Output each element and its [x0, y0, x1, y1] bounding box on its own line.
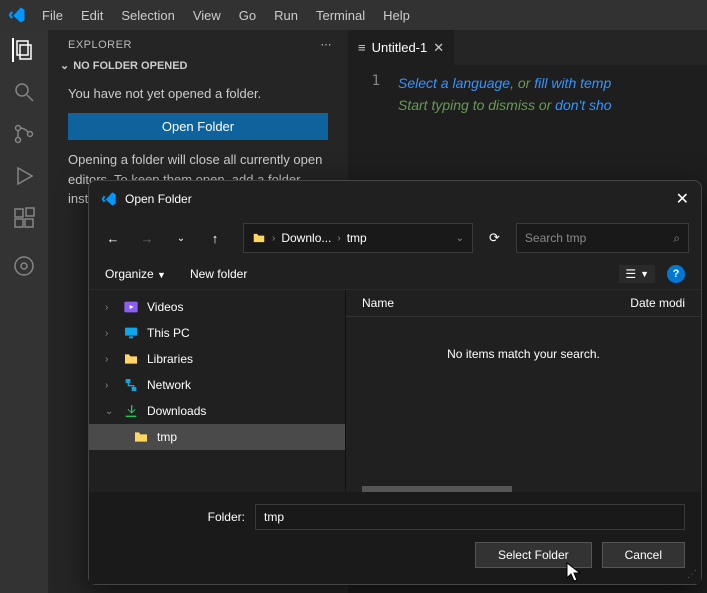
menu-go[interactable]: Go: [231, 4, 264, 27]
open-folder-button[interactable]: Open Folder: [68, 113, 328, 140]
search-placeholder: Search tmp: [525, 231, 586, 245]
run-debug-icon[interactable]: [12, 164, 36, 188]
folder-icon: [252, 231, 266, 245]
folder-field-label: Folder:: [105, 510, 245, 524]
tree-item-downloads[interactable]: ⌄Downloads: [89, 398, 345, 424]
select-folder-button[interactable]: Select Folder: [475, 542, 592, 568]
chevron-down-icon[interactable]: ⌄: [456, 233, 464, 244]
chevron-down-icon: ⌄: [60, 59, 69, 72]
source-control-icon[interactable]: [12, 122, 36, 146]
new-folder-button[interactable]: New folder: [190, 267, 247, 281]
vscode-logo-icon: [8, 6, 26, 24]
chevron-right-icon: ›: [337, 233, 340, 244]
nav-recent-icon[interactable]: ⌄: [169, 226, 193, 250]
tree-item-network[interactable]: ›Network: [89, 372, 345, 398]
chevron-right-icon: ›: [105, 302, 115, 313]
network-icon: [123, 377, 139, 393]
search-icon[interactable]: [12, 80, 36, 104]
crumb-downloads[interactable]: Downlo...: [281, 231, 331, 245]
close-dialog-icon[interactable]: ✕: [676, 189, 689, 209]
folder-name-input[interactable]: [255, 504, 685, 530]
no-folder-section[interactable]: ⌄ NO FOLDER OPENED: [48, 55, 348, 76]
folder-icon: [123, 351, 139, 367]
search-input[interactable]: Search tmp ⌕: [516, 223, 689, 253]
open-folder-dialog: Open Folder ✕ ← → ⌄ ↑ › Downlo... › tmp …: [88, 180, 702, 585]
tree-item-tmp[interactable]: tmp: [89, 424, 345, 450]
no-folder-message: You have not yet opened a folder.: [68, 86, 328, 101]
menu-file[interactable]: File: [34, 4, 71, 27]
chevron-down-icon: ▼: [157, 270, 166, 280]
editor-tabs: ≡ Untitled-1 ✕: [348, 30, 707, 65]
organize-button[interactable]: Organize ▼: [105, 267, 166, 281]
nav-forward-icon[interactable]: →: [135, 226, 159, 250]
download-icon: [123, 403, 139, 419]
resize-grip-icon[interactable]: ⋰: [687, 569, 697, 580]
remote-icon[interactable]: [12, 254, 36, 278]
chevron-right-icon: ›: [272, 233, 275, 244]
menubar: File Edit Selection View Go Run Terminal…: [0, 0, 707, 30]
crumb-tmp[interactable]: tmp: [347, 231, 367, 245]
folder-icon: [133, 429, 149, 445]
horizontal-scrollbar[interactable]: [362, 486, 512, 492]
nav-up-icon[interactable]: ↑: [203, 226, 227, 250]
nav-back-icon[interactable]: ←: [101, 226, 125, 250]
search-icon: ⌕: [673, 231, 680, 246]
explorer-title: EXPLORER: [68, 39, 132, 51]
tree-item-videos[interactable]: ›Videos: [89, 294, 345, 320]
videos-icon: [123, 299, 139, 315]
menu-selection[interactable]: Selection: [113, 4, 182, 27]
tree-item-libraries[interactable]: ›Libraries: [89, 346, 345, 372]
view-mode-button[interactable]: ☰ ▼: [619, 265, 655, 283]
pc-icon: [123, 325, 139, 341]
help-icon[interactable]: ?: [667, 265, 685, 283]
menu-help[interactable]: Help: [375, 4, 418, 27]
menu-edit[interactable]: Edit: [73, 4, 111, 27]
tree-item-thispc[interactable]: ›This PC: [89, 320, 345, 346]
chevron-right-icon: ›: [105, 354, 115, 365]
editor-placeholder[interactable]: Select a language, or fill with temp Sta…: [398, 73, 612, 117]
chevron-right-icon: ›: [105, 328, 115, 339]
file-list: Name Date modi No items match your searc…: [345, 290, 701, 492]
column-date[interactable]: Date modi: [630, 296, 685, 310]
tab-label: Untitled-1: [372, 40, 428, 55]
file-icon: ≡: [358, 40, 366, 55]
vscode-logo-icon: [101, 191, 117, 207]
refresh-icon[interactable]: ⟳: [489, 230, 500, 246]
menu-terminal[interactable]: Terminal: [308, 4, 373, 27]
more-icon[interactable]: ⋯: [321, 38, 333, 51]
close-tab-icon[interactable]: ✕: [433, 40, 444, 56]
chevron-down-icon: ⌄: [105, 406, 115, 417]
path-breadcrumb[interactable]: › Downlo... › tmp ⌄: [243, 223, 473, 253]
dialog-title: Open Folder: [125, 192, 192, 206]
folder-tree: ›Videos ›This PC ›Libraries ›Network ⌄Do…: [89, 290, 345, 492]
section-label: NO FOLDER OPENED: [73, 60, 187, 72]
extensions-icon[interactable]: [12, 206, 36, 230]
column-name[interactable]: Name: [362, 296, 630, 310]
explorer-icon[interactable]: [12, 38, 36, 62]
tab-untitled[interactable]: ≡ Untitled-1 ✕: [348, 30, 454, 65]
empty-message: No items match your search.: [346, 317, 701, 391]
cancel-button[interactable]: Cancel: [602, 542, 685, 568]
chevron-right-icon: ›: [105, 380, 115, 391]
activity-bar: [0, 30, 48, 593]
line-number: 1: [348, 73, 398, 117]
menu-run[interactable]: Run: [266, 4, 306, 27]
menu-view[interactable]: View: [185, 4, 229, 27]
